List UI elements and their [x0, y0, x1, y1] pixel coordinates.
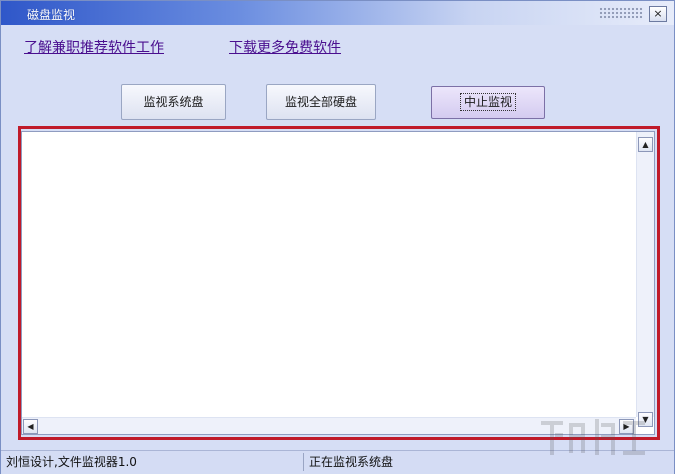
download-more-link[interactable]: 下载更多免费软件 [229, 37, 341, 57]
stop-monitoring-label: 中止监视 [459, 93, 516, 111]
status-bar: 刘恒设计,文件监视器1.0 正在监视系统盘 [1, 450, 674, 474]
monitor-all-disks-button[interactable]: 监视全部硬盘 [266, 84, 376, 120]
app-window: 磁盘监视 × 了解兼职推荐软件工作 下载更多免费软件 监视系统盘 监视全部硬盘 … [0, 0, 675, 474]
stop-monitoring-button[interactable]: 中止监视 [431, 86, 545, 119]
part-time-jobs-link[interactable]: 了解兼职推荐软件工作 [24, 37, 164, 57]
window-title: 磁盘监视 [27, 8, 76, 22]
title-bar[interactable]: 磁盘监视 × [1, 1, 674, 25]
status-author-text: 刘恒设计,文件监视器1.0 [6, 455, 137, 469]
monitor-system-disk-label: 监视系统盘 [143, 95, 204, 109]
close-button[interactable]: × [649, 6, 667, 22]
monitor-all-disks-label: 监视全部硬盘 [284, 95, 357, 109]
highlight-rectangle [18, 126, 660, 440]
status-divider [303, 453, 304, 471]
status-monitoring-text: 正在监视系统盘 [309, 455, 394, 469]
title-grip-decoration [599, 7, 643, 20]
monitor-system-disk-button[interactable]: 监视系统盘 [121, 84, 226, 120]
